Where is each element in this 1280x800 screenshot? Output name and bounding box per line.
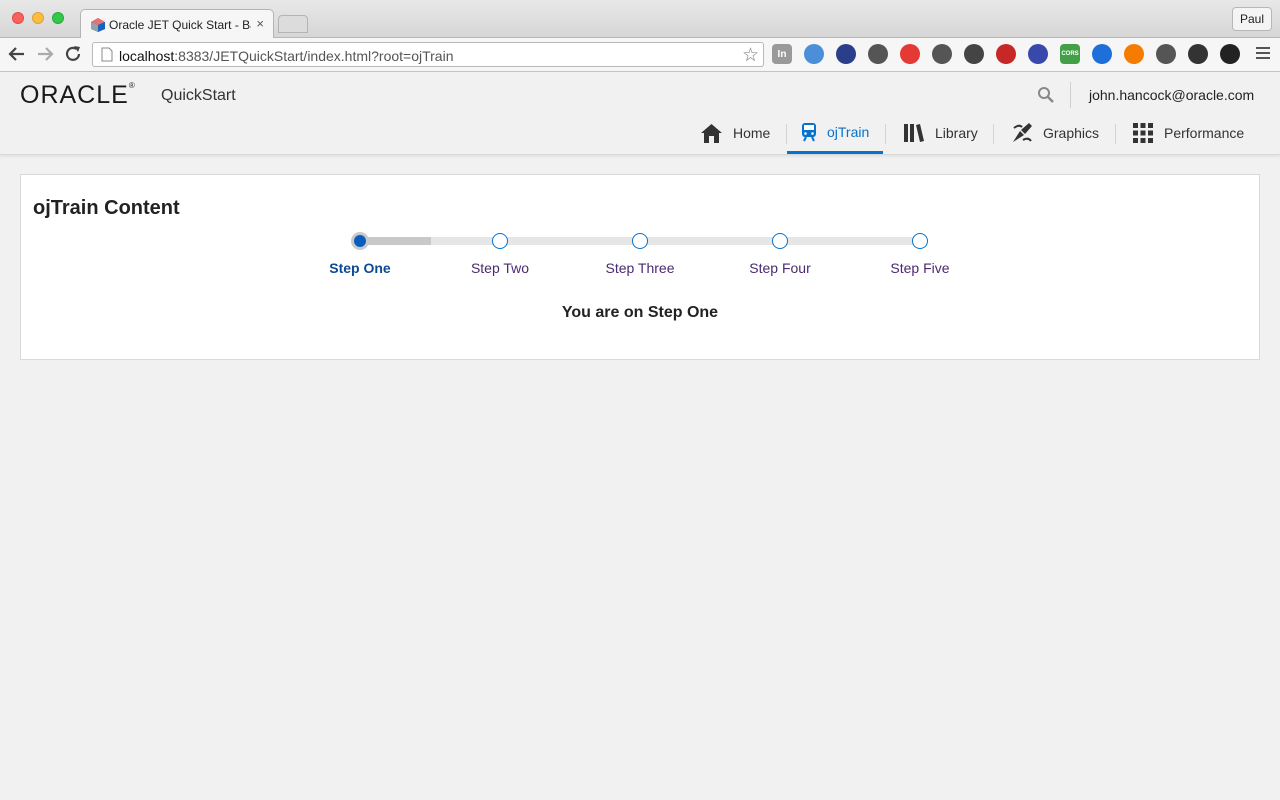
- oracle-logo: ORACLE®: [20, 81, 136, 109]
- profile-button[interactable]: Paul: [1231, 7, 1272, 31]
- train-label-step-three[interactable]: Step Three: [580, 260, 700, 276]
- nav-item-graphics[interactable]: Graphics: [1011, 112, 1099, 154]
- address-url: localhost:8383/JETQuickStart/index.html?…: [119, 48, 454, 64]
- nav-separator: [993, 124, 994, 144]
- resize-icon[interactable]: [1092, 44, 1112, 64]
- grid-icon: [1133, 123, 1153, 143]
- tab-close-icon[interactable]: ×: [256, 16, 264, 31]
- main-navigation: Home ojTrain Library Graphics Performanc…: [0, 112, 1280, 154]
- c-icon[interactable]: [1028, 44, 1048, 64]
- nav-separator: [1115, 124, 1116, 144]
- new-tab-button[interactable]: [278, 15, 308, 33]
- browser-menu-icon[interactable]: [1256, 47, 1270, 62]
- back-arrow-icon[interactable]: [6, 43, 28, 65]
- search-icon[interactable]: [1037, 86, 1055, 104]
- heart-icon[interactable]: [996, 44, 1016, 64]
- train: Step One Step Two Step Three Step Four S…: [21, 175, 1261, 276]
- browser-titlebar: Oracle JET Quick Start - Ba × Paul: [0, 0, 1280, 39]
- nav-separator: [885, 124, 886, 144]
- download-icon[interactable]: [900, 44, 920, 64]
- train-stop-step-four[interactable]: [772, 233, 788, 249]
- train-label-step-one[interactable]: Step One: [300, 260, 420, 276]
- train-progress: [361, 237, 431, 245]
- app-header: ORACLE® QuickStart john.hancock@oracle.c…: [0, 72, 1280, 155]
- train-label-step-five[interactable]: Step Five: [860, 260, 980, 276]
- bookmark-star-icon[interactable]: ☆: [742, 44, 759, 67]
- folder-icon[interactable]: [804, 44, 824, 64]
- cors-icon[interactable]: CORS: [1060, 44, 1080, 64]
- content-panel: ojTrain Content Step One Step Two Step T…: [20, 174, 1260, 360]
- nav-item-home[interactable]: Home: [700, 112, 770, 154]
- nav-label-ojtrain: ojTrain: [827, 123, 870, 140]
- step-message: You are on Step One: [561, 304, 719, 321]
- reload-icon[interactable]: [62, 43, 84, 65]
- close-window-button[interactable]: [12, 12, 24, 24]
- page-icon: [101, 47, 113, 62]
- train-icon: [802, 122, 816, 141]
- maximize-window-button[interactable]: [52, 12, 64, 24]
- in-icon[interactable]: In: [772, 44, 792, 64]
- color-wheel-icon[interactable]: [1220, 44, 1240, 64]
- library-icon: [904, 124, 924, 142]
- oracle-jet-favicon-icon: [91, 18, 105, 32]
- train-stop-step-five[interactable]: [912, 233, 928, 249]
- browser-tab-active[interactable]: Oracle JET Quick Start - Ba ×: [80, 9, 274, 39]
- train-stop-step-one[interactable]: [351, 232, 369, 250]
- speedometer-icon[interactable]: [836, 44, 856, 64]
- pocket-icon[interactable]: [964, 44, 984, 64]
- user-menu[interactable]: john.hancock@oracle.com: [1089, 87, 1254, 103]
- lifebuoy-icon[interactable]: [1124, 44, 1144, 64]
- address-bar[interactable]: localhost:8383/JETQuickStart/index.html?…: [92, 42, 764, 67]
- graphics-icon: [1013, 123, 1032, 142]
- nav-label-library: Library: [935, 125, 978, 141]
- app-name: QuickStart: [161, 87, 236, 104]
- nav-item-library[interactable]: Library: [903, 112, 978, 154]
- nav-item-performance[interactable]: Performance: [1132, 112, 1244, 154]
- nav-item-ojtrain[interactable]: ojTrain: [787, 112, 884, 154]
- forward-arrow-icon[interactable]: [34, 43, 56, 65]
- nav-label-home: Home: [733, 125, 771, 141]
- train-stop-step-two[interactable]: [492, 233, 508, 249]
- info-icon[interactable]: [932, 44, 952, 64]
- nav-label-graphics: Graphics: [1043, 125, 1100, 141]
- tab-title: Oracle JET Quick Start - Ba: [109, 18, 251, 32]
- train-stop-step-three[interactable]: [632, 233, 648, 249]
- minimize-window-button[interactable]: [32, 12, 44, 24]
- train-label-step-four[interactable]: Step Four: [720, 260, 840, 276]
- off-icon[interactable]: [1156, 44, 1176, 64]
- nav-label-performance: Performance: [1164, 125, 1245, 141]
- browser-toolbar: localhost:8383/JETQuickStart/index.html?…: [0, 38, 1280, 72]
- train-label-step-two[interactable]: Step Two: [440, 260, 560, 276]
- binoculars-icon[interactable]: [1188, 44, 1208, 64]
- home-icon: [701, 123, 722, 143]
- sync-icon[interactable]: [868, 44, 888, 64]
- header-divider: [1070, 82, 1071, 108]
